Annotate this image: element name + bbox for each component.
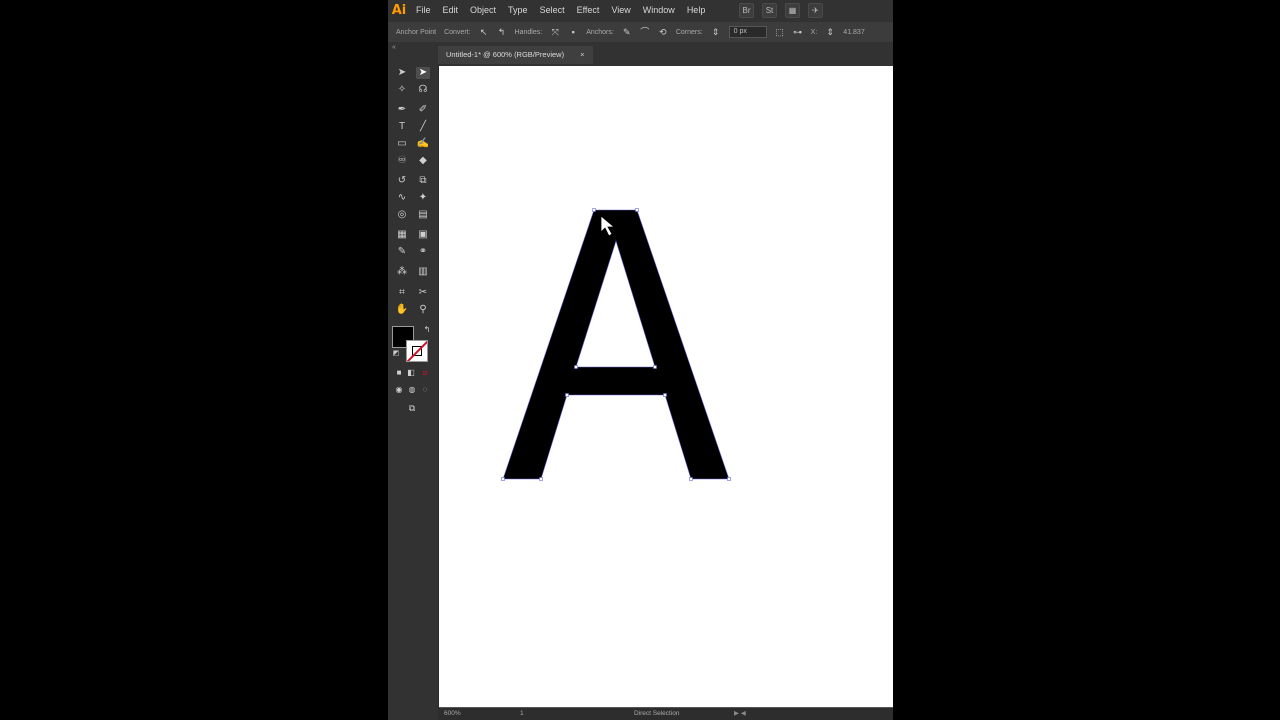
eyedropper-tool-icon[interactable]: ✎ — [395, 246, 409, 258]
symbol-sprayer-tool-icon[interactable]: ⁂ — [395, 266, 409, 278]
connect-anchor-icon[interactable]: ⌒ — [640, 27, 650, 37]
anchor-point-label: Anchor Point — [396, 28, 437, 36]
default-colors-icon[interactable]: ◩ — [389, 348, 403, 360]
shaper-tool-icon[interactable]: ♾ — [395, 155, 409, 167]
graph-tool-icon[interactable]: ▥ — [416, 266, 430, 278]
draw-normal-icon[interactable]: ◉ — [392, 384, 406, 396]
paintbrush-tool-icon[interactable]: ✍ — [416, 138, 430, 150]
anchor-point[interactable] — [635, 208, 639, 212]
selection-tool-icon[interactable]: ➤ — [395, 67, 409, 79]
current-tool-label: Direct Selection — [634, 710, 680, 717]
shape-builder-tool-icon[interactable]: ◎ — [395, 209, 409, 221]
status-arrows-icon[interactable]: ▶ ◀ — [734, 708, 746, 720]
status-bar: 600% 1 Direct Selection ▶ ◀ — [438, 708, 893, 720]
corners-label: Corners: — [675, 28, 703, 36]
anchor-point[interactable] — [727, 477, 731, 481]
convert-corner-icon[interactable]: ↖ — [479, 27, 489, 37]
swap-colors-icon[interactable]: ↰ — [420, 324, 434, 336]
anchor-point[interactable] — [592, 208, 596, 212]
stock-icon[interactable]: St — [762, 3, 777, 18]
x-label: X: — [810, 28, 818, 36]
menu-help[interactable]: Help — [687, 5, 706, 15]
bounding-box-icon[interactable]: ⬚ — [775, 27, 785, 37]
screen-mode-icon[interactable]: ⧉ — [405, 402, 419, 414]
anchor-point[interactable] — [539, 477, 543, 481]
control-bar: Anchor Point Convert: ↖ ↰ Handles: ⤧ ▪ A… — [388, 22, 893, 42]
artboard-canvas[interactable] — [439, 66, 893, 707]
align-icon[interactable]: ⊶ — [793, 27, 803, 37]
magic-wand-tool-icon[interactable]: ✧ — [395, 84, 409, 96]
rotate-tool-icon[interactable]: ↺ — [395, 175, 409, 187]
anchor-point[interactable] — [501, 477, 505, 481]
x-stepper-icon[interactable]: ⇕ — [825, 27, 835, 37]
convert-label: Convert: — [444, 28, 471, 36]
tab-document[interactable]: Untitled-1* @ 600% (RGB/Preview) × — [438, 46, 593, 64]
artboard-tool-icon[interactable]: ⌗ — [395, 287, 409, 299]
x-value[interactable]: 41.837 — [843, 29, 864, 36]
anchors-label: Anchors: — [586, 28, 614, 36]
draw-inside-icon[interactable]: ◌ — [418, 384, 432, 396]
remove-anchor-icon[interactable]: ✎ — [622, 27, 632, 37]
line-tool-icon[interactable]: ╱ — [416, 121, 430, 133]
bridge-icon[interactable]: Br — [739, 3, 754, 18]
scale-tool-icon[interactable]: ⧉ — [416, 175, 430, 187]
menu-bar: Ai File Edit Object Type Select Effect V… — [388, 0, 893, 20]
menu-select[interactable]: Select — [540, 5, 565, 15]
menu-window[interactable]: Window — [643, 5, 675, 15]
handles-hide-icon[interactable]: ▪ — [568, 27, 578, 37]
anchor-point[interactable] — [653, 365, 657, 369]
eraser-tool-icon[interactable]: ◆ — [416, 155, 430, 167]
gradient-mode-icon[interactable]: ◧ — [404, 367, 418, 379]
corner-stepper-icon[interactable]: ⇕ — [711, 27, 721, 37]
collapse-panel-icon[interactable]: « — [392, 44, 396, 51]
warp-tool-icon[interactable]: ∿ — [395, 192, 409, 204]
pen-tool-icon[interactable]: ✒ — [395, 104, 409, 116]
cut-path-icon[interactable]: ⟲ — [658, 27, 668, 37]
tools-panel: « ➤ ➤ ✧ ☊ ✒ ✐ T ╱ ▭ ✍ ♾ ◆ ↺ ⧉ ∿ ✦ ◎ ▤ ▦ … — [388, 44, 439, 720]
zoom-level[interactable]: 600% — [444, 708, 461, 720]
menu-right-icons: Br St ▦ ✈ — [739, 3, 823, 18]
menu-file[interactable]: File — [416, 5, 431, 15]
handles-show-icon[interactable]: ⤧ — [550, 27, 560, 37]
menu-edit[interactable]: Edit — [443, 5, 459, 15]
gpu-search-icon[interactable]: ✈ — [808, 3, 823, 18]
rectangle-tool-icon[interactable]: ▭ — [395, 138, 409, 150]
curvature-tool-icon[interactable]: ✐ — [416, 104, 430, 116]
document-tab-title: Untitled-1* @ 600% (RGB/Preview) — [446, 50, 565, 59]
close-icon[interactable]: × — [580, 50, 584, 59]
direct-selection-tool-icon[interactable]: ➤ — [416, 67, 430, 79]
draw-behind-icon[interactable]: ◍ — [405, 384, 419, 396]
convert-smooth-icon[interactable]: ↰ — [497, 27, 507, 37]
mesh-tool-icon[interactable]: ▦ — [395, 229, 409, 241]
blend-tool-icon[interactable]: ⚭ — [416, 246, 430, 258]
artwork-svg — [501, 208, 731, 481]
menu-object[interactable]: Object — [470, 5, 496, 15]
artboard-number[interactable]: 1 — [520, 708, 524, 720]
menu-effect[interactable]: Effect — [577, 5, 600, 15]
letter-a-path[interactable] — [502, 209, 730, 480]
document-tab-bar: Untitled-1* @ 600% (RGB/Preview) × — [438, 46, 893, 64]
anchor-point[interactable] — [565, 393, 569, 397]
perspective-grid-tool-icon[interactable]: ▤ — [416, 209, 430, 221]
gradient-tool-icon[interactable]: ▣ — [416, 229, 430, 241]
stroke-color-swatch[interactable] — [406, 340, 428, 362]
zoom-tool-icon[interactable]: ⚲ — [416, 304, 430, 316]
menu-view[interactable]: View — [611, 5, 630, 15]
corner-radius-input[interactable]: 0 px — [728, 26, 767, 38]
hand-tool-icon[interactable]: ✋ — [395, 304, 409, 316]
slice-tool-icon[interactable]: ✂ — [416, 287, 430, 299]
handles-label: Handles: — [514, 28, 543, 36]
app-logo: Ai — [391, 2, 407, 18]
lasso-tool-icon[interactable]: ☊ — [416, 84, 430, 96]
anchor-point[interactable] — [574, 365, 578, 369]
none-mode-icon[interactable]: ⧄ — [418, 367, 432, 379]
workspace-icon[interactable]: ▦ — [785, 3, 800, 18]
menu-type[interactable]: Type — [508, 5, 528, 15]
type-tool-icon[interactable]: T — [395, 121, 409, 133]
anchor-point[interactable] — [663, 393, 667, 397]
anchor-point[interactable] — [689, 477, 693, 481]
illustrator-window: Ai File Edit Object Type Select Effect V… — [388, 0, 893, 720]
puppet-warp-tool-icon[interactable]: ✦ — [416, 192, 430, 204]
